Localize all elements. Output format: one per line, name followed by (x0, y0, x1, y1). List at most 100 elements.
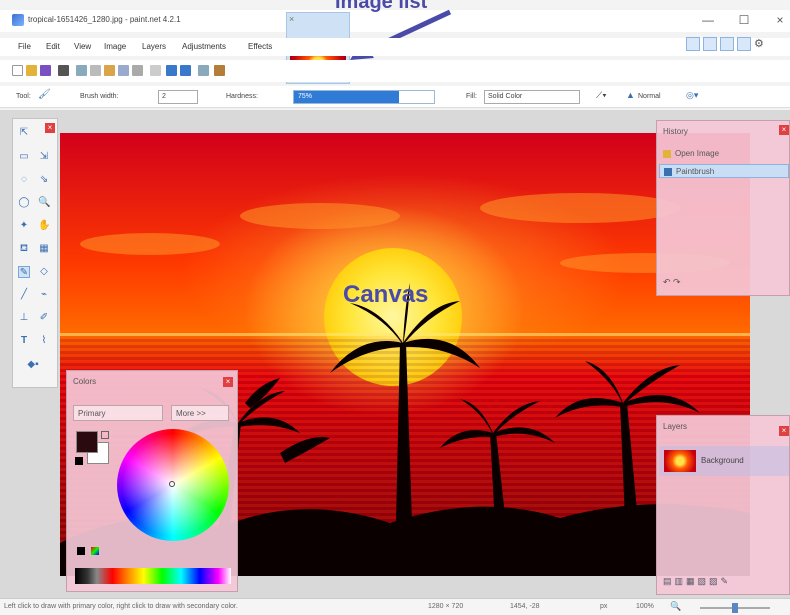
image-size: 1280 × 720 (428, 603, 464, 610)
minimize-button[interactable]: — (700, 13, 716, 27)
maximize-button[interactable]: ☐ (736, 13, 752, 27)
color-picker-tool-icon[interactable]: ⌁ (38, 289, 50, 301)
zoom-tool-icon[interactable]: 🔍 (38, 197, 50, 209)
paint-bucket-tool-icon[interactable]: ⛾ (18, 243, 30, 255)
history-toggle-icon[interactable] (703, 37, 717, 51)
layers-toggle-icon[interactable] (720, 37, 734, 51)
brush-width-field[interactable]: 2 (158, 90, 198, 104)
open-image-icon (663, 150, 671, 158)
eraser-tool-icon[interactable]: ◇ (38, 266, 50, 278)
colors-toggle-icon[interactable] (737, 37, 751, 51)
history-item-selected[interactable]: Paintbrush (659, 164, 789, 178)
reset-colors-icon[interactable] (75, 457, 83, 465)
colors-panel-title: Colors (73, 377, 97, 386)
layers-panel-close-icon[interactable]: × (779, 426, 789, 436)
colors-panel: Colors × Primary More >> (66, 370, 238, 592)
menu-edit[interactable]: Edit (46, 42, 60, 51)
move-selected-tool-icon[interactable]: ⇲ (38, 151, 50, 163)
undo-icon[interactable] (166, 65, 177, 76)
tools-panel: × ⇱ ▭ ⇲ ◌ ⇘ ◯ 🔍 ✦ ✋ ⛾ ▦ ✎ ◇ ╱ ⌁ ⊥ ✐ T ⌇ … (12, 118, 58, 388)
zoom-icon[interactable]: 🔍 (670, 601, 681, 612)
menu-adjustments[interactable]: Adjustments (182, 42, 226, 51)
color-mode-dropdown[interactable]: Primary (73, 405, 163, 421)
copy-icon[interactable] (90, 65, 101, 76)
move-selection-icon[interactable]: ⇘ (38, 174, 50, 186)
hardness-label: Hardness: (226, 93, 258, 100)
settings-gear-icon[interactable]: ⚙ (754, 37, 768, 51)
antialias-icon[interactable]: ⟋▾ (596, 90, 607, 101)
tool-options-bar: Tool: 🖌 Brush width: 2 Hardness: 75% Fil… (0, 86, 790, 108)
menu-view[interactable]: View (74, 42, 91, 51)
brush-width-label: Brush width: (80, 93, 119, 100)
color-palette[interactable] (75, 568, 231, 584)
undo-redo-icons[interactable]: ↶ ↷ (663, 277, 681, 288)
blend-mode-dropdown[interactable]: Normal (638, 93, 661, 100)
paintbrush-tool-icon[interactable]: 🖌 (38, 89, 51, 100)
gradient-tool-icon[interactable]: ▦ (38, 243, 50, 255)
menu-image[interactable]: Image (104, 42, 126, 51)
move-selection-tool-icon[interactable]: ⇱ (18, 127, 30, 139)
new-icon[interactable] (12, 65, 23, 76)
grid-icon[interactable] (198, 65, 209, 76)
tool-label: Tool: (16, 93, 31, 100)
hardness-slider[interactable]: 75% (293, 90, 435, 104)
open-icon[interactable] (26, 65, 37, 76)
units-dropdown[interactable]: px (600, 603, 607, 610)
clone-stamp-tool-icon[interactable]: ⊥ (18, 312, 30, 324)
layers-panel: Layers × Background ▤▥▦▧▨✎ (656, 415, 790, 595)
close-button[interactable]: × (772, 13, 788, 27)
layer-actions-icons[interactable]: ▤▥▦▧▨✎ (663, 576, 731, 587)
image-close-icon[interactable]: × (289, 14, 294, 24)
layer-row[interactable]: Background (659, 446, 789, 476)
history-panel-close-icon[interactable]: × (779, 125, 789, 135)
history-panel: History × Open Image Paintbrush ↶ ↷ (656, 120, 790, 296)
selection-mode-icon[interactable]: ◎▾ (686, 90, 698, 101)
menu-effects[interactable]: Effects (248, 42, 272, 51)
fill-dropdown[interactable]: Solid Color (484, 90, 580, 104)
cursor-position: 1454, -28 (510, 603, 540, 610)
rectangle-select-tool-icon[interactable]: ▭ (18, 151, 30, 163)
redo-icon[interactable] (180, 65, 191, 76)
history-panel-title: History (663, 127, 688, 136)
menu-layers[interactable]: Layers (142, 42, 166, 51)
primary-color-swatch[interactable] (76, 431, 98, 453)
layers-panel-title: Layers (663, 422, 688, 431)
deselect-icon[interactable] (132, 65, 143, 76)
main-toolbar (0, 60, 790, 82)
color-wheel-cursor[interactable] (169, 481, 175, 487)
palette-swatch-icon[interactable] (77, 547, 85, 555)
pan-tool-icon[interactable]: ✋ (38, 220, 50, 232)
line-tool-icon[interactable]: ⌇ (38, 335, 50, 347)
pencil-tool-icon[interactable]: ╱ (18, 289, 30, 301)
zoom-slider-knob[interactable] (732, 603, 738, 613)
blend-mode-icon: ▲ (626, 90, 635, 100)
layer-thumbnail (664, 450, 696, 472)
palette-menu-icon[interactable] (91, 547, 99, 555)
zoom-level[interactable]: 100% (636, 603, 654, 610)
history-item[interactable]: Open Image (659, 147, 789, 161)
ruler-icon[interactable] (214, 65, 225, 76)
crop-icon[interactable] (118, 65, 129, 76)
layer-name: Background (701, 456, 744, 465)
more-colors-button[interactable]: More >> (171, 405, 229, 421)
select-all-icon[interactable] (150, 65, 161, 76)
magic-wand-tool-icon[interactable]: ✦ (18, 220, 30, 232)
recolor-tool-icon[interactable]: ✐ (38, 312, 50, 324)
tools-toggle-icon[interactable] (686, 37, 700, 51)
menu-file[interactable]: File (18, 42, 31, 51)
lasso-tool-icon[interactable]: ◌ (18, 174, 30, 186)
fill-label: Fill: (466, 93, 477, 100)
window-toggle-buttons: ⚙ (686, 37, 768, 53)
save-icon[interactable] (40, 65, 51, 76)
swap-colors-icon[interactable] (101, 431, 109, 439)
print-icon[interactable] (58, 65, 69, 76)
cut-icon[interactable] (76, 65, 87, 76)
paintbrush-tool-button-icon[interactable]: ✎ (18, 266, 30, 278)
paste-icon[interactable] (104, 65, 115, 76)
tools-panel-close-icon[interactable]: × (45, 123, 55, 133)
shapes-tool-icon[interactable]: ◆▪ (23, 359, 43, 371)
colors-panel-close-icon[interactable]: × (223, 377, 233, 387)
text-tool-icon[interactable]: T (18, 335, 30, 347)
ellipse-select-tool-icon[interactable]: ◯ (18, 197, 30, 209)
history-item-label: Open Image (675, 149, 720, 158)
